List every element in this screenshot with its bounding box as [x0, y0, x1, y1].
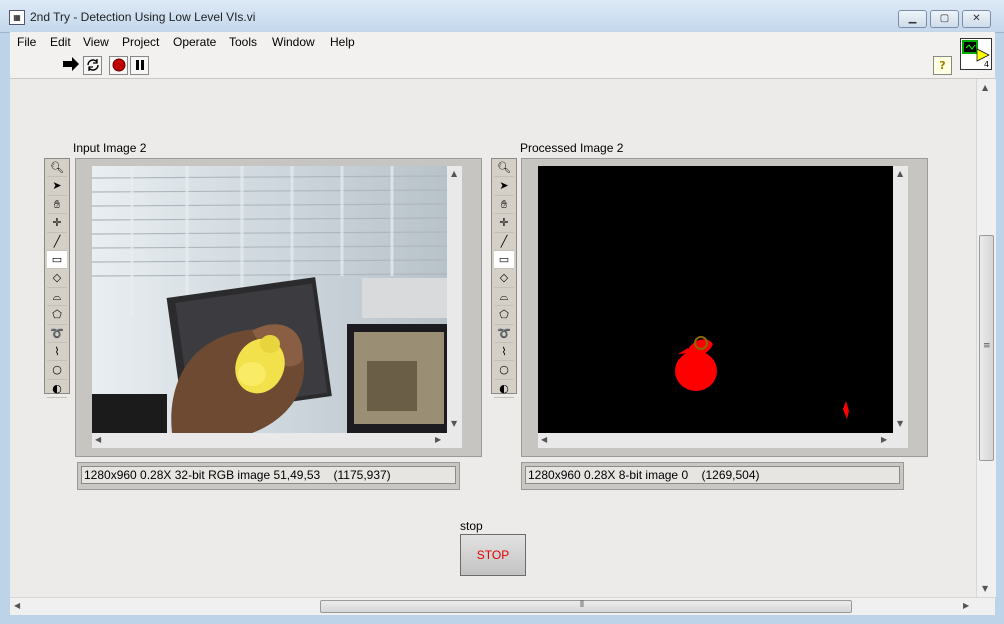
run-continuous-icon[interactable] — [83, 56, 102, 75]
processed-image-scroll-corner — [893, 433, 908, 448]
input-image-vscroll[interactable]: ▲ ▼ — [447, 166, 462, 433]
rectangle-tool-icon[interactable]: ▭ — [494, 250, 514, 270]
processed-binary-image — [538, 166, 893, 433]
rectangle-tool-icon[interactable]: ▭ — [47, 250, 67, 270]
toolbar: ? — [10, 52, 995, 79]
minimize-button[interactable]: ▁ — [898, 10, 927, 28]
menu-view[interactable]: View — [83, 35, 109, 49]
broken-line-tool-icon[interactable]: ⌇ — [494, 343, 514, 362]
menu-help[interactable]: Help — [330, 35, 355, 49]
input-image-status-bar: 1280x960 0.28X 32-bit RGB image 51,49,53… — [77, 462, 460, 490]
processed-image-canvas[interactable] — [538, 166, 893, 433]
menu-edit[interactable]: Edit — [50, 35, 71, 49]
vi-icon[interactable]: 4 — [960, 38, 992, 70]
rotated-oval-tool-icon[interactable]: ◐ — [494, 380, 514, 399]
input-image-display[interactable]: ▲ ▼ ◀ ▶ — [75, 158, 482, 457]
pause-icon[interactable] — [130, 56, 149, 75]
input-image-scroll-corner — [447, 433, 462, 448]
processed-image-label: Processed Image 2 — [520, 141, 624, 155]
panel-vertical-scrollbar[interactable]: ▲ ≡ ▼ — [976, 79, 996, 597]
menu-window[interactable]: Window — [272, 35, 315, 49]
polygon-tool-icon[interactable]: ⬠ — [494, 306, 514, 325]
processed-image-info: 1280x960 0.28X 8-bit image 0 — [528, 468, 689, 482]
crosshair-tool-icon[interactable]: ✛ — [494, 214, 514, 233]
camera-frame-image — [91, 166, 448, 433]
context-help-button[interactable]: ? — [933, 56, 952, 75]
menu-bar: File Edit View Project Operate Tools Win… — [10, 32, 995, 52]
zoom-tool-icon[interactable]: 🔍︎ — [47, 159, 67, 178]
horizontal-scroll-thumb[interactable] — [320, 600, 852, 613]
maximize-button[interactable]: ▢ — [930, 10, 959, 28]
rotated-rectangle-tool-icon[interactable]: ◇ — [47, 269, 67, 288]
stop-label: stop — [460, 519, 483, 533]
abort-icon[interactable] — [109, 56, 128, 75]
stop-button[interactable]: STOP — [460, 534, 526, 576]
menu-file[interactable]: File — [17, 35, 36, 49]
hand-tool-icon[interactable]: ✋︎ — [494, 196, 514, 215]
oval-tool-icon[interactable]: ○ — [494, 361, 514, 380]
panel-horizontal-scrollbar[interactable]: ◀ ⦀ ▶ — [10, 597, 995, 615]
arrow-tool-icon[interactable]: ➤ — [494, 177, 514, 196]
processed-image-vscroll[interactable]: ▲ ▼ — [893, 166, 908, 433]
freehand-tool-icon[interactable]: ➰ — [47, 325, 67, 343]
input-image-hscroll[interactable]: ◀ ▶ — [92, 433, 447, 448]
app-icon: ▦ — [9, 10, 25, 25]
zoom-tool-icon[interactable]: 🔍︎ — [494, 159, 514, 178]
arrow-tool-icon[interactable]: ➤ — [47, 177, 67, 196]
crosshair-tool-icon[interactable]: ✛ — [47, 214, 67, 233]
run-arrow-icon[interactable] — [61, 56, 80, 75]
processed-image-tool-palette: 🔍︎ ➤ ✋︎ ✛ ╱ ▭ ◇ ⌓ ⬠ ➰ ⌇ ○ ◐ — [491, 158, 517, 399]
input-image-info: 1280x960 0.28X 32-bit RGB image 51,49,53 — [84, 468, 321, 482]
rotated-rectangle-tool-icon[interactable]: ◇ — [494, 269, 514, 288]
rotated-oval-tool-icon[interactable]: ◐ — [47, 380, 67, 399]
close-button[interactable]: ✕ — [962, 10, 991, 28]
oval-tool-icon[interactable]: ○ — [47, 361, 67, 380]
polygon-tool-icon[interactable]: ⬠ — [47, 306, 67, 325]
processed-image-display[interactable]: ▲ ▼ ◀ ▶ — [521, 158, 928, 457]
line-tool-icon[interactable]: ╱ — [47, 233, 67, 251]
menu-tools[interactable]: Tools — [229, 35, 257, 49]
processed-image-coords: (1269,504) — [701, 468, 760, 482]
input-image-label: Input Image 2 — [73, 141, 147, 155]
broken-line-tool-icon[interactable]: ⌇ — [47, 343, 67, 362]
title-bar: ▦ 2nd Try - Detection Using Low Level VI… — [0, 0, 1004, 33]
annulus-tool-icon[interactable]: ⌓ — [47, 288, 67, 307]
annulus-tool-icon[interactable]: ⌓ — [494, 288, 514, 307]
window-title: 2nd Try - Detection Using Low Level VIs.… — [30, 10, 256, 24]
input-image-coords: (1175,937) — [333, 468, 391, 482]
input-image-canvas[interactable] — [91, 166, 448, 433]
freehand-tool-icon[interactable]: ➰ — [494, 325, 514, 343]
vi-icon-label: 4 — [984, 60, 989, 69]
input-image-tool-palette: 🔍︎ ➤ ✋︎ ✛ ╱ ▭ ◇ ⌓ ⬠ ➰ ⌇ ○ ◐ — [44, 158, 70, 399]
hand-tool-icon[interactable]: ✋︎ — [47, 196, 67, 215]
line-tool-icon[interactable]: ╱ — [494, 233, 514, 251]
menu-project[interactable]: Project — [122, 35, 159, 49]
processed-image-hscroll[interactable]: ◀ ▶ — [538, 433, 893, 448]
menu-operate[interactable]: Operate — [173, 35, 216, 49]
processed-image-status-bar: 1280x960 0.28X 8-bit image 0 (1269,504) — [521, 462, 904, 490]
